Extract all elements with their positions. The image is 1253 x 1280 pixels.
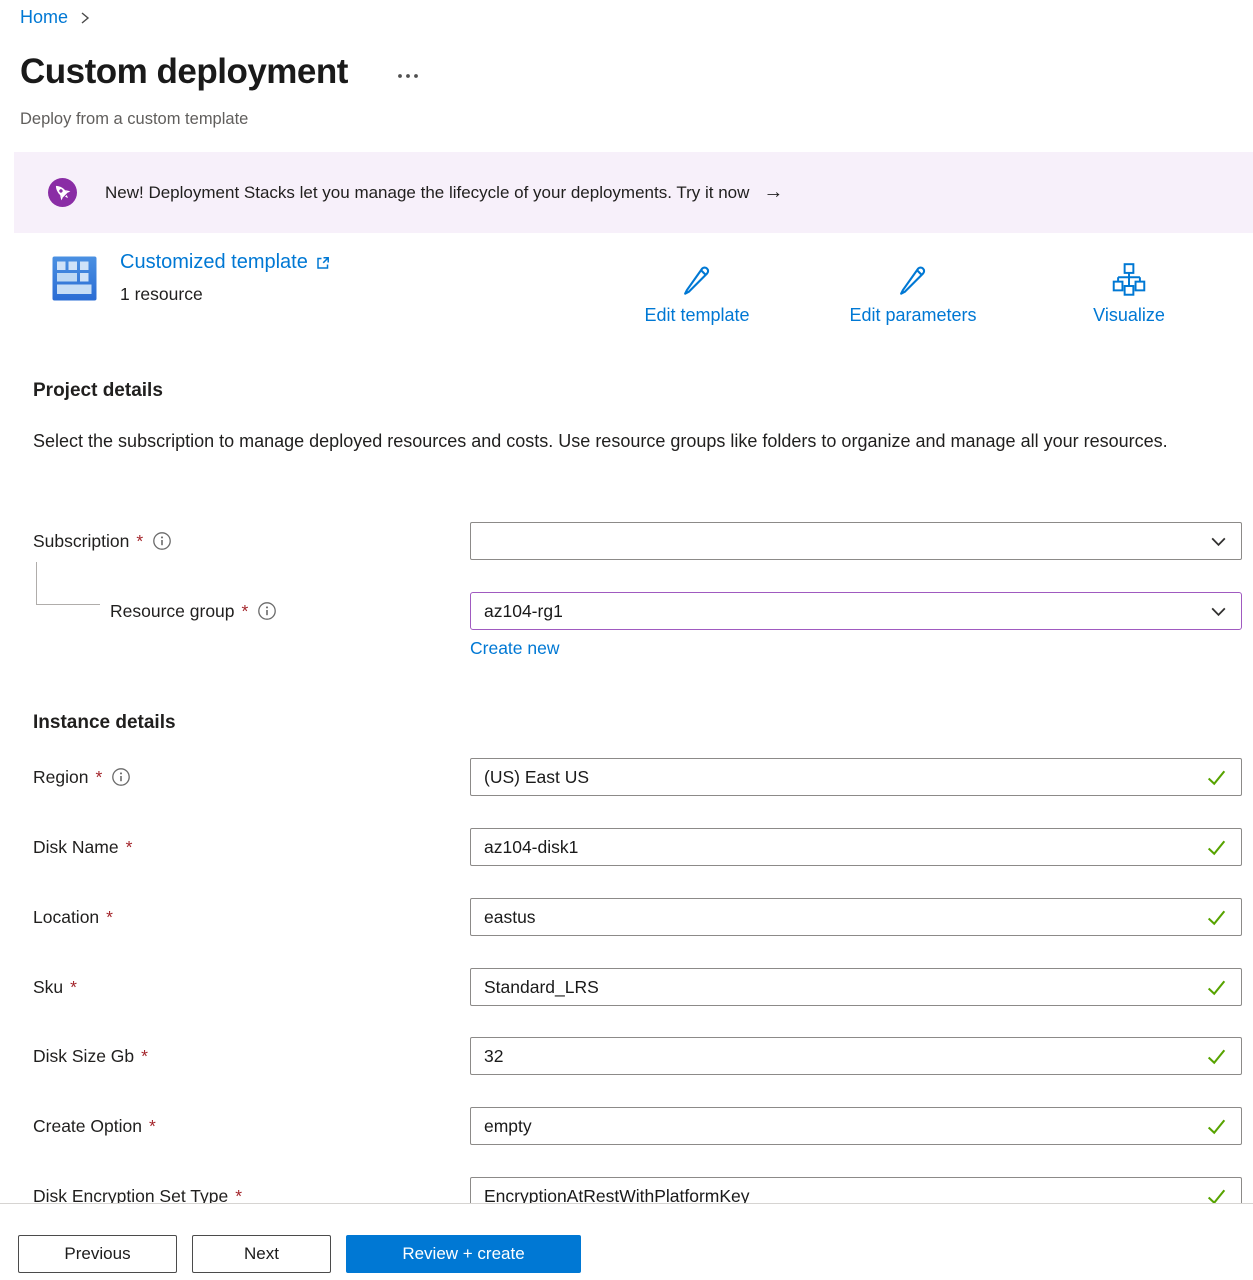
template-link-label: Customized template (120, 251, 308, 274)
visualize-label: Visualize (1093, 305, 1165, 326)
deployment-stacks-banner[interactable]: New! Deployment Stacks let you manage th… (14, 152, 1253, 233)
rocket-icon (48, 178, 77, 207)
visualize-button[interactable]: Visualize (1021, 260, 1237, 326)
template-actions: Edit template Edit parameters Visualize (589, 260, 1237, 326)
disk-name-label-text: Disk Name (33, 837, 119, 858)
subscription-dropdown[interactable] (470, 522, 1242, 560)
next-button[interactable]: Next (192, 1235, 331, 1273)
custom-deployment-page: Home Custom deployment Deploy from a cus… (0, 0, 1253, 1280)
sku-value: Standard_LRS (484, 977, 1205, 998)
page-title: Custom deployment (20, 52, 348, 92)
disk-name-input[interactable]: az104-disk1 (470, 828, 1242, 866)
disk-name-label: Disk Name * (33, 836, 132, 858)
subscription-label: Subscription * (33, 530, 172, 552)
disk-size-gb-label: Disk Size Gb * (33, 1045, 148, 1067)
sku-input[interactable]: Standard_LRS (470, 968, 1242, 1006)
edit-parameters-label: Edit parameters (849, 305, 976, 326)
pencil-icon (678, 260, 716, 300)
valid-check-icon (1205, 906, 1228, 929)
hierarchy-icon (1111, 260, 1147, 300)
page-header: Custom deployment (20, 52, 420, 92)
edit-template-button[interactable]: Edit template (589, 260, 805, 326)
disk-size-gb-input[interactable]: 32 (470, 1037, 1242, 1075)
breadcrumb-home-link[interactable]: Home (20, 7, 68, 28)
required-asterisk: * (95, 767, 102, 788)
sku-label: Sku * (33, 976, 77, 998)
template-resource-count: 1 resource (120, 284, 203, 305)
resource-group-label-text: Resource group (110, 601, 235, 622)
region-label-text: Region (33, 767, 88, 788)
create-option-label: Create Option * (33, 1115, 156, 1137)
create-option-label-text: Create Option (33, 1116, 142, 1137)
field-connector-line (36, 562, 100, 605)
location-input[interactable]: eastus (470, 898, 1242, 936)
location-label: Location * (33, 906, 113, 928)
disk-name-value: az104-disk1 (484, 837, 1205, 858)
info-icon[interactable] (257, 601, 277, 621)
region-label: Region * (33, 766, 131, 788)
region-value: (US) East US (484, 767, 1205, 788)
edit-parameters-button[interactable]: Edit parameters (805, 260, 1021, 326)
external-link-icon (315, 255, 331, 271)
required-asterisk: * (149, 1116, 156, 1137)
banner-message: New! Deployment Stacks let you manage th… (105, 183, 749, 203)
location-value: eastus (484, 907, 1205, 928)
region-input[interactable]: (US) East US (470, 758, 1242, 796)
chevron-down-icon[interactable] (1209, 602, 1228, 621)
previous-button[interactable]: Previous (18, 1235, 177, 1273)
subscription-label-text: Subscription (33, 531, 129, 552)
sku-label-text: Sku (33, 977, 63, 998)
breadcrumb: Home (20, 7, 92, 28)
resource-group-dropdown[interactable]: az104-rg1 (470, 592, 1242, 630)
info-icon[interactable] (111, 767, 131, 787)
disk-size-gb-value: 32 (484, 1046, 1205, 1067)
valid-check-icon (1205, 976, 1228, 999)
page-subtitle: Deploy from a custom template (20, 110, 248, 129)
project-details-description: Select the subscription to manage deploy… (33, 426, 1183, 457)
location-label-text: Location (33, 907, 99, 928)
pencil-icon (894, 260, 932, 300)
review-create-button[interactable]: Review + create (346, 1235, 581, 1273)
more-options-icon[interactable] (396, 72, 420, 80)
resource-group-label: Resource group * (110, 600, 277, 622)
required-asterisk: * (242, 601, 249, 622)
required-asterisk: * (136, 531, 143, 552)
required-asterisk: * (126, 837, 133, 858)
valid-check-icon (1205, 766, 1228, 789)
wizard-footer: Previous Next Review + create (0, 1203, 1253, 1280)
valid-check-icon (1205, 836, 1228, 859)
chevron-down-icon[interactable] (1209, 532, 1228, 551)
template-icon (52, 256, 97, 301)
valid-check-icon (1205, 1115, 1228, 1138)
valid-check-icon (1205, 1045, 1228, 1068)
project-details-heading: Project details (33, 380, 163, 402)
create-option-value: empty (484, 1116, 1205, 1137)
required-asterisk: * (70, 977, 77, 998)
customized-template-link[interactable]: Customized template (120, 251, 331, 274)
create-option-input[interactable]: empty (470, 1107, 1242, 1145)
required-asterisk: * (106, 907, 113, 928)
required-asterisk: * (141, 1046, 148, 1067)
resource-group-value: az104-rg1 (484, 601, 1209, 622)
instance-details-heading: Instance details (33, 712, 176, 734)
disk-size-gb-label-text: Disk Size Gb (33, 1046, 134, 1067)
info-icon[interactable] (152, 531, 172, 551)
create-new-link[interactable]: Create new (470, 638, 560, 659)
arrow-right-icon: → (763, 181, 783, 204)
edit-template-label: Edit template (644, 305, 749, 326)
chevron-right-icon (78, 10, 92, 26)
